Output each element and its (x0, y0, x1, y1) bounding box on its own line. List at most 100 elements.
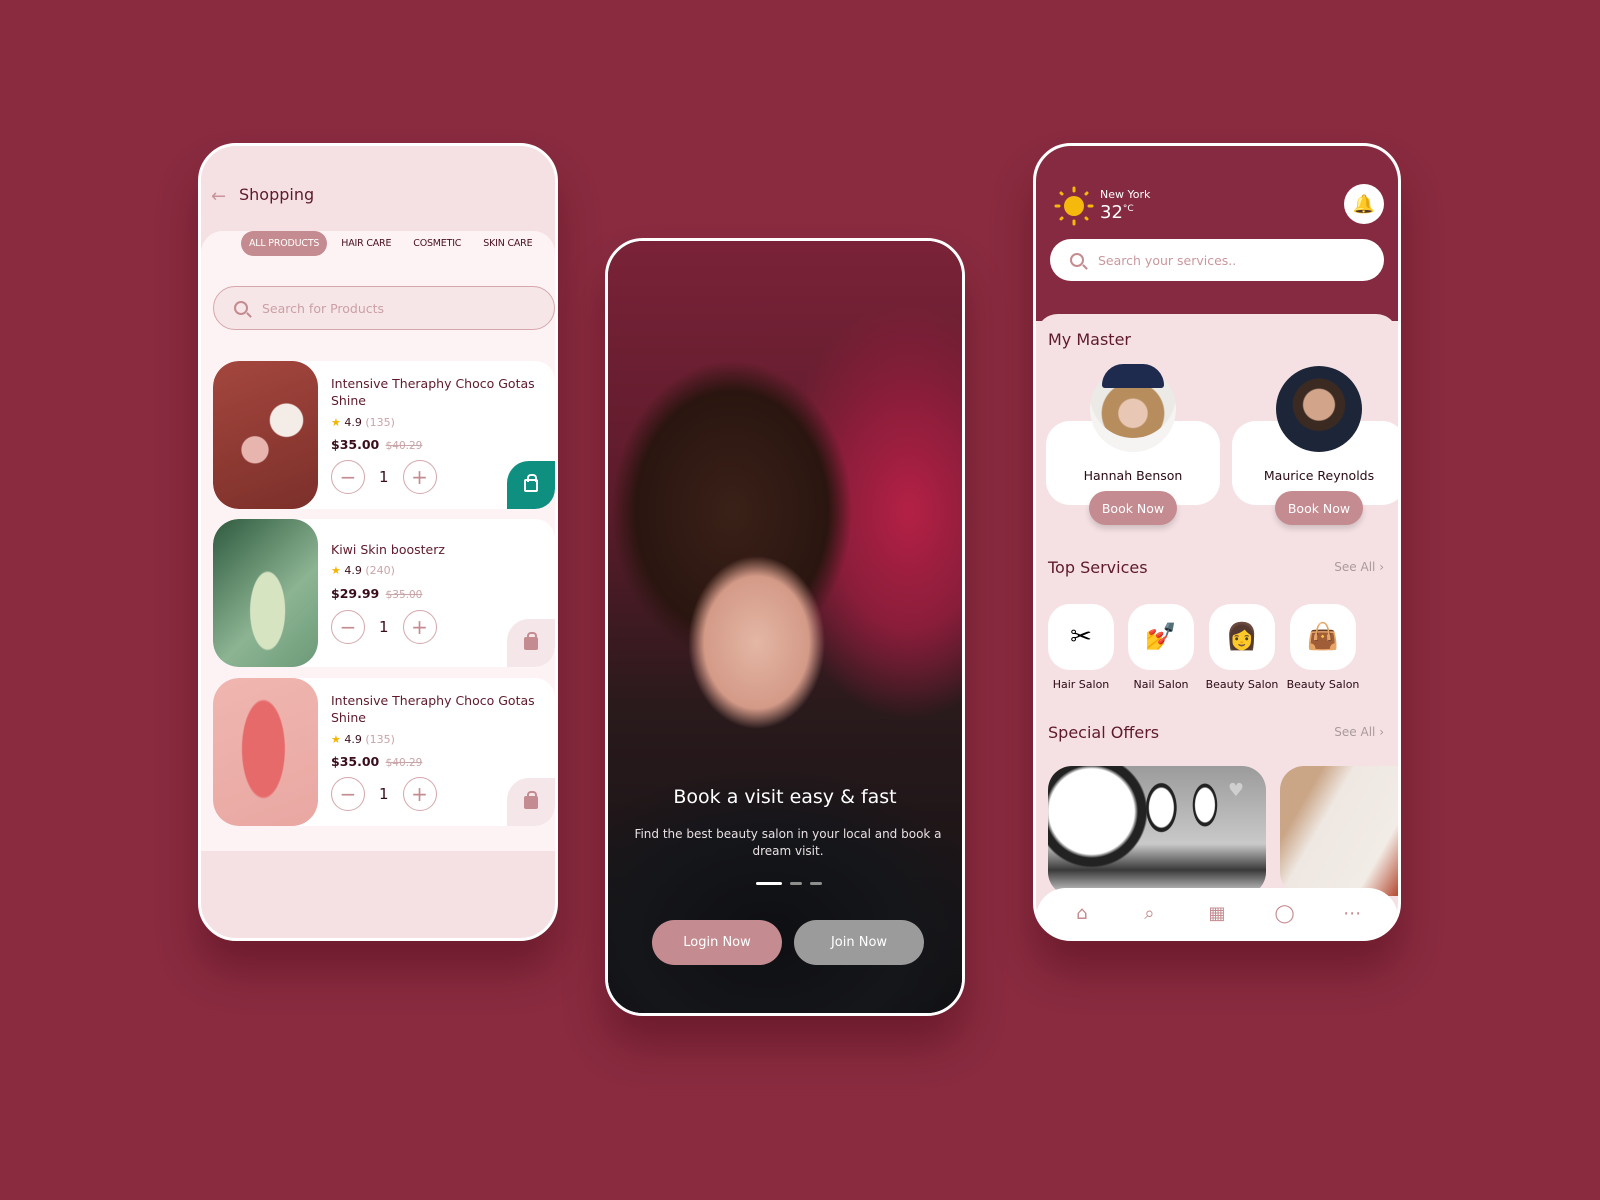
book-now-button[interactable]: Book Now (1089, 491, 1177, 525)
product-name: Intensive Theraphy Choco Gotas Shine (331, 376, 535, 408)
section-title-my-master: My Master (1048, 330, 1131, 349)
chat-icon[interactable]: ◯ (1274, 902, 1296, 924)
arrow-left-icon[interactable]: ← (211, 186, 226, 207)
product-card[interactable]: Intensive Theraphy Choco Gotas Shine ★ 4… (213, 678, 555, 826)
tab-skin-care[interactable]: SKIN CARE (475, 231, 540, 256)
indicator-dot[interactable] (790, 882, 802, 885)
old-price: $35.00 (385, 589, 423, 601)
shopping-body: ALL PRODUCTS HAIR CARE COSMETIC SKIN CAR… (201, 231, 555, 851)
login-button[interactable]: Login Now (652, 920, 782, 965)
tab-cosmetic[interactable]: COSMETIC (405, 231, 469, 256)
service-hair-salon[interactable]: ✂ (1048, 604, 1114, 670)
hero-image (608, 241, 962, 1013)
decrement-button[interactable]: − (331, 610, 365, 644)
review-count: (240) (365, 564, 395, 577)
tab-all-products[interactable]: ALL PRODUCTS (241, 231, 328, 256)
onboarding-subtitle: Find the best beauty salon in your local… (634, 827, 942, 858)
service-label: Nail Salon (1133, 678, 1189, 691)
temperature-unit: °C (1122, 204, 1134, 214)
star-icon: ★ (331, 733, 341, 746)
service-search-input[interactable]: Search your services.. (1050, 239, 1384, 281)
product-image (213, 678, 318, 826)
nail-polish-icon: 💅 (1144, 622, 1178, 652)
master-name: Maurice Reynolds (1263, 468, 1375, 483)
shopping-screen: ← Shopping ALL PRODUCTS HAIR CARE COSMET… (198, 143, 558, 941)
increment-button[interactable]: + (402, 460, 437, 494)
service-label: Hair Salon (1052, 678, 1110, 691)
search-placeholder: Search for Products (262, 300, 385, 316)
current-price: $35.00 (331, 754, 380, 769)
service-nail-salon[interactable]: 💅 (1128, 604, 1194, 670)
search-icon (234, 301, 248, 315)
add-to-cart-button[interactable] (507, 619, 555, 667)
product-rating: ★ 4.9 (135) (331, 416, 395, 429)
service-beauty-salon-2[interactable]: 👜 (1290, 604, 1356, 670)
search-placeholder: Search your services.. (1098, 252, 1237, 268)
makeup-bag-icon: 👜 (1306, 622, 1340, 652)
section-title-special-offers: Special Offers (1048, 723, 1160, 742)
more-icon[interactable]: ⋯ (1341, 902, 1363, 924)
product-rating: ★ 4.9 (135) (331, 733, 395, 746)
service-beauty-salon[interactable]: 👩 (1209, 604, 1275, 670)
quantity-value: 1 (379, 618, 389, 636)
weather-city: New York (1100, 188, 1151, 201)
offer-card[interactable] (1280, 766, 1398, 896)
calendar-icon[interactable]: ▦ (1206, 902, 1228, 924)
scissors-icon: ✂ (1070, 622, 1092, 652)
add-to-cart-button[interactable] (507, 461, 555, 509)
sun-icon (1054, 186, 1094, 226)
product-card[interactable]: Kiwi Skin boosterz ★ 4.9 (240) $29.99 $3… (213, 519, 555, 667)
weather-temperature: 32°C (1100, 202, 1134, 223)
home-icon[interactable]: ⌂ (1071, 902, 1093, 924)
decrement-button[interactable]: − (331, 460, 365, 494)
increment-button[interactable]: + (402, 610, 437, 644)
service-label: Beauty Salon (1205, 678, 1279, 691)
indicator-dot-active[interactable] (756, 882, 782, 885)
shopping-bag-icon (524, 473, 538, 492)
product-name: Kiwi Skin boosterz (331, 542, 445, 557)
shopping-header: ← Shopping (201, 146, 555, 236)
see-all-label: See All (1334, 560, 1376, 574)
product-card[interactable]: Intensive Theraphy Choco Gotas Shine ★ 4… (213, 361, 555, 509)
temperature-value: 32 (1100, 202, 1123, 223)
search-icon (1070, 253, 1084, 267)
offer-card[interactable]: ♥ (1048, 766, 1266, 896)
search-icon[interactable]: ⌕ (1138, 902, 1160, 924)
service-label: Beauty Salon (1286, 678, 1360, 691)
see-all-offers-link[interactable]: See All › (1334, 725, 1384, 739)
product-name: Intensive Theraphy Choco Gotas Shine (331, 693, 535, 725)
page-indicator (756, 882, 822, 885)
product-search-input[interactable]: Search for Products (213, 286, 555, 330)
cap-decoration (1102, 364, 1164, 388)
review-count: (135) (365, 733, 395, 746)
book-now-button[interactable]: Book Now (1275, 491, 1363, 525)
heart-icon[interactable]: ♥ (1228, 780, 1244, 801)
decrement-button[interactable]: − (331, 777, 365, 811)
see-all-label: See All (1334, 725, 1376, 739)
tab-hair-care[interactable]: HAIR CARE (333, 231, 399, 256)
quantity-stepper: − 1 + (331, 610, 437, 644)
rating-value: 4.9 (344, 733, 362, 746)
see-all-services-link[interactable]: See All › (1334, 560, 1384, 574)
section-title-top-services: Top Services (1048, 558, 1148, 577)
add-to-cart-button[interactable] (507, 778, 555, 826)
current-price: $29.99 (331, 586, 380, 601)
product-rating: ★ 4.9 (240) (331, 564, 395, 577)
star-icon: ★ (331, 564, 341, 577)
rating-value: 4.9 (344, 416, 362, 429)
onboarding-title: Book a visit easy & fast (673, 786, 897, 808)
increment-button[interactable]: + (402, 777, 437, 811)
product-image (213, 361, 318, 509)
quantity-stepper: − 1 + (331, 460, 437, 494)
chevron-right-icon: › (1379, 725, 1384, 739)
product-price: $35.00 $40.29 (331, 437, 422, 452)
join-button[interactable]: Join Now (794, 920, 924, 965)
avatar (1276, 366, 1362, 452)
face-makeup-icon: 👩 (1225, 622, 1259, 652)
rating-value: 4.9 (344, 564, 362, 577)
old-price: $40.29 (385, 757, 423, 769)
bottom-nav: ⌂ ⌕ ▦ ◯ ⋯ (1036, 888, 1398, 938)
indicator-dot[interactable] (810, 882, 822, 885)
quantity-value: 1 (379, 785, 389, 803)
notification-button[interactable]: 🔔 (1344, 184, 1384, 224)
